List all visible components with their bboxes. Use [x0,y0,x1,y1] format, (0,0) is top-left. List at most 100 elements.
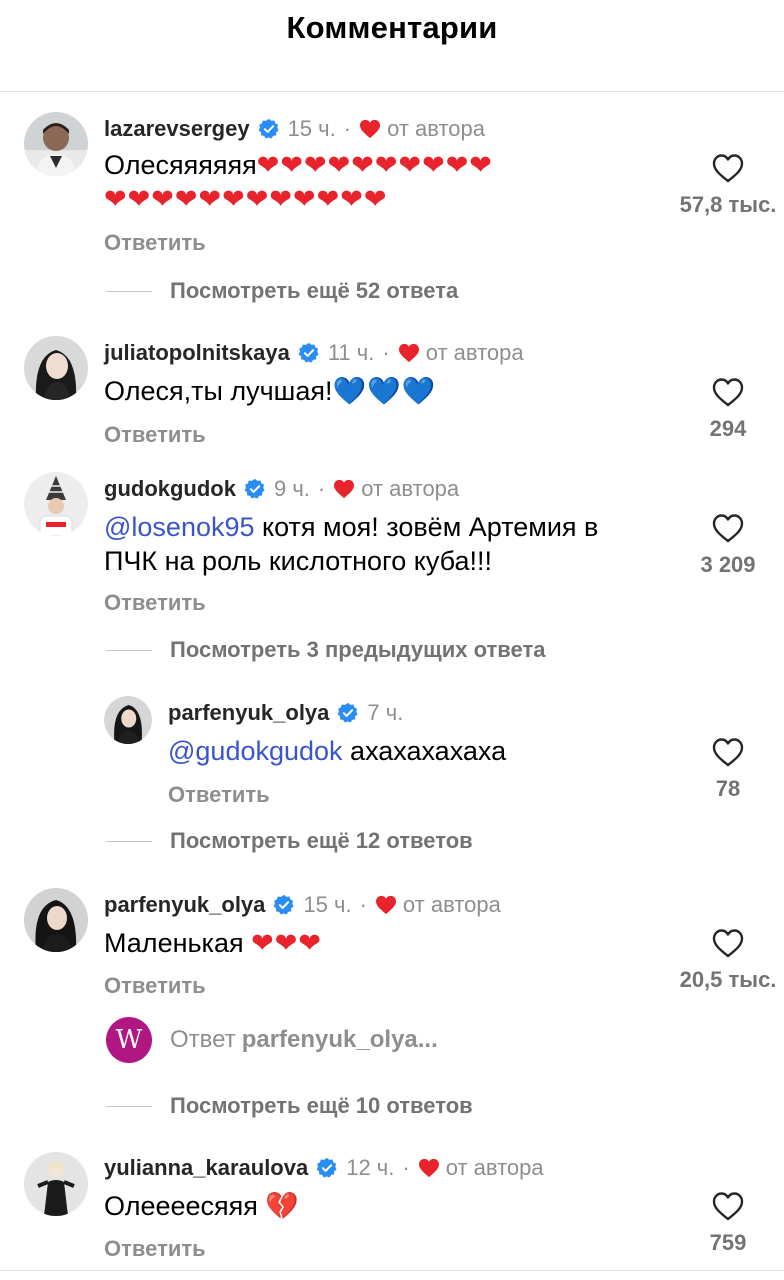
comment-body: Олеся,ты лучшая! [104,376,333,406]
view-more-replies[interactable]: Посмотреть ещё 52 ответа [106,278,458,304]
divider [106,649,152,651]
heart-emojis: ❤❤❤❤❤❤❤❤❤❤ [256,150,493,180]
heart-outline-icon[interactable] [711,512,745,544]
comment-meta: juliatopolnitskaya 11 ч. · от автора [104,340,524,366]
like-count: 20,5 тыс. [679,967,777,992]
separator-dot: · [402,1155,410,1180]
comment-text: Олеееесяяя 💔 [104,1189,299,1223]
like-column: 57,8 тыс. [668,152,784,218]
avatar[interactable] [24,1152,88,1216]
comment-body-line2: ПЧК на роль кислотного куба!!! [104,546,493,576]
heart-outline-icon[interactable] [711,736,745,768]
comment-time: 12 ч. [346,1155,395,1180]
divider [106,1105,152,1107]
view-previous-replies[interactable]: Посмотреть 3 предыдущих ответа [106,637,545,663]
mention-link[interactable]: @gudokgudok [168,736,343,766]
separator-dot: · [382,340,390,365]
comment-time: 15 ч. [287,116,336,141]
like-column: 3 209 [668,512,784,578]
heart-outline-icon[interactable] [711,376,745,408]
separator-dot: · [317,476,326,501]
view-more-label[interactable]: Посмотреть ещё 52 ответа [170,278,458,304]
red-heart-icon [418,1158,439,1178]
author-like-label: от автора [445,1155,544,1180]
comment-meta: gudokgudok 9 ч. · от автора [104,476,459,502]
page-title: Комментарии [286,10,498,45]
comment-meta: lazarevsergey 15 ч. · от автора [104,116,485,142]
view-more-replies[interactable]: Посмотреть ещё 12 ответов [106,828,473,854]
avatar[interactable] [24,336,88,400]
reply-preview[interactable]: W Ответ parfenyuk_olya... [106,1017,438,1063]
avatar[interactable] [24,888,88,952]
comment-time: 11 ч. [327,340,375,365]
reply-text: @gudokgudok ахахахахаха [168,734,506,768]
view-more-label[interactable]: Посмотреть ещё 12 ответов [170,828,473,854]
reply-preview-prefix: Ответ [170,1026,236,1053]
broken-heart-emoji: 💔 [265,1191,300,1221]
username[interactable]: lazarevsergey [104,116,250,142]
comment-time: 9 ч. [273,476,310,501]
heart-outline-icon[interactable] [711,1190,745,1222]
heart-outline-icon[interactable] [711,927,745,959]
view-more-label[interactable]: Посмотреть ещё 10 ответов [170,1093,473,1119]
view-more-replies[interactable]: Посмотреть ещё 10 ответов [106,1093,473,1119]
reply-button[interactable]: Ответить [168,782,270,808]
author-like-label: от автора [425,340,524,365]
username[interactable]: gudokgudok [104,476,236,502]
divider [106,840,152,842]
divider [106,290,152,292]
comment-body: Олеееесяяя [104,1191,266,1221]
reply-button[interactable]: Ответить [104,230,206,256]
like-count: 3 209 [700,552,756,577]
author-like-badge: от автора [359,116,485,142]
like-column: 78 [668,736,784,802]
red-heart-icon [375,895,396,915]
verified-icon [258,118,280,140]
comments-header: Комментарии [0,0,784,92]
reply-button[interactable]: Ответить [104,590,206,616]
heart-outline-icon[interactable] [711,152,745,184]
comment-text: Маленькая ❤❤❤ [104,926,322,960]
reply-button[interactable]: Ответить [104,422,206,448]
reply-button[interactable]: Ответить [104,1236,206,1262]
like-count: 294 [709,416,747,441]
reply-avatar[interactable] [104,696,152,744]
author-like-badge: от автора [333,476,459,502]
username[interactable]: parfenyuk_olya [168,700,329,726]
like-column: 759 [668,1190,784,1256]
heart-emojis: ❤❤❤ [251,928,322,958]
username[interactable]: yulianna_karaulova [104,1155,308,1181]
comment-text: Олеся,ты лучшая!💙💙💙 [104,374,436,408]
reply-meta: parfenyuk_olya 7 ч. [168,700,403,726]
like-column: 294 [668,376,784,442]
reply-preview-user: parfenyuk_olya... [241,1026,438,1053]
author-like-label: от автора [402,892,501,917]
username[interactable]: juliatopolnitskaya [104,340,290,366]
author-like-label: от автора [387,116,485,141]
blue-heart-emojis: 💙💙💙 [332,376,437,406]
red-heart-icon [360,119,381,139]
verified-icon [298,342,320,364]
username[interactable]: parfenyuk_olya [104,892,265,918]
red-heart-icon [398,343,419,363]
author-like-label: от автора [361,476,460,501]
avatar[interactable] [24,472,88,536]
reply-button[interactable]: Ответить [104,973,206,999]
avatar[interactable] [24,112,88,176]
comment-text: @losenok95 котя моя! зовём Артемия в ПЧК… [104,510,598,578]
like-count: 57,8 тыс. [679,192,777,217]
comment-body: Маленькая [104,928,252,958]
verified-icon [273,894,295,916]
like-count: 759 [709,1230,747,1255]
reply-author-avatar: W [106,1017,152,1063]
bottom-divider [0,1270,784,1271]
comment-meta: yulianna_karaulova 12 ч. · от автора [104,1155,544,1181]
verified-icon [337,702,359,724]
mention-link[interactable]: @losenok95 [104,512,255,542]
verified-icon [316,1157,338,1179]
comment-time: 7 ч. [367,700,404,725]
view-previous-label[interactable]: Посмотреть 3 предыдущих ответа [170,637,545,663]
reply-body: ахахахахаха [342,736,507,766]
comment-meta: parfenyuk_olya 15 ч. · от автора [104,892,501,918]
author-like-badge: от автора [398,340,524,366]
